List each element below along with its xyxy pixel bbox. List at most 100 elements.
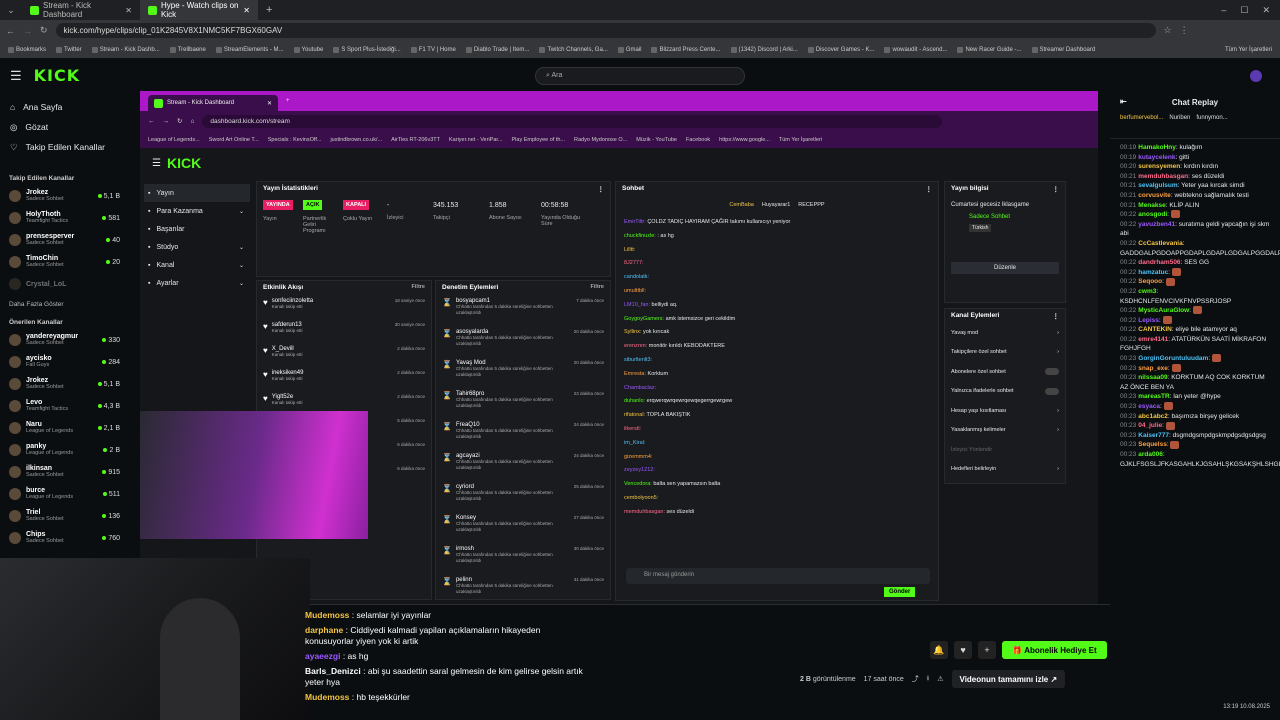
message-user[interactable]: emre4141 (1138, 336, 1168, 343)
close-icon[interactable]: ✕ (243, 6, 250, 15)
search-input[interactable]: ⌕ Ara (535, 67, 745, 85)
back-icon[interactable]: ← (6, 26, 15, 36)
top-user[interactable]: funnymon... (1196, 115, 1227, 134)
message-user[interactable]: yavuzben41 (1138, 221, 1175, 228)
bookmark-item[interactable]: (1342) Discord | Arki... (730, 46, 798, 53)
channel-item[interactable]: panky League of Legends 2 B (0, 439, 128, 461)
bookmark-item[interactable]: wowaudit - Ascend... (884, 46, 947, 53)
avatar[interactable] (1250, 69, 1262, 82)
message-user[interactable]: CcCastlevania (1138, 240, 1182, 247)
message-user[interactable]: hamzatuc (1138, 269, 1168, 276)
message-user[interactable]: Seqooo (1138, 278, 1162, 285)
bookmark-item[interactable]: Gmail (617, 46, 641, 53)
channel-item[interactable]: Levo Teamfight Tactics 4,3 B (0, 395, 128, 417)
reload-icon[interactable]: ↻ (40, 25, 48, 36)
message-user[interactable]: dandrham506 (1138, 259, 1180, 266)
bookmark-item[interactable]: Bookmarks (8, 46, 46, 53)
hamburger-menu-icon[interactable]: ☰ (10, 68, 22, 84)
forward-icon[interactable]: → (23, 26, 32, 36)
channel-item[interactable]: Crystal_LoL (0, 273, 128, 295)
nav-following[interactable]: ♡ Takip Edilen Kanallar (0, 137, 128, 157)
tab-search-icon[interactable]: ⌄ (0, 5, 22, 16)
bookmark-item[interactable]: F1 TV | Home (410, 46, 456, 53)
bookmark-item[interactable]: S Sport Plus-İstediği... (333, 46, 401, 53)
new-tab-button[interactable]: + (258, 4, 280, 16)
message-time: 00:22 (1120, 268, 1137, 276)
message-user[interactable]: Sequelss (1138, 441, 1167, 448)
bookmark-item[interactable]: Stream - Kick Dashb... (91, 46, 160, 53)
bookmark-item[interactable]: Streamer Dashboard (1031, 46, 1095, 53)
message-user[interactable]: 04_julie (1138, 422, 1162, 429)
message-user[interactable]: arda006 (1138, 451, 1163, 458)
maximize-icon[interactable]: ☐ (1240, 5, 1248, 16)
channel-item[interactable]: Naru League of Legends 2,1 B (0, 417, 128, 439)
bookmark-item[interactable]: New Racer Guide -... (957, 46, 1022, 53)
top-user[interactable]: berfumervebol... (1120, 115, 1163, 134)
channel-item[interactable]: Chips Sadece Sohbet 760 (0, 527, 128, 549)
bookmark-item[interactable]: StreamElements - M... (215, 46, 284, 53)
channel-item[interactable]: Triel Sadece Sohbet 136 (0, 505, 128, 527)
channel-item[interactable]: aycisko Fall Guys 284 (0, 351, 128, 373)
message-user[interactable]: surensyemen (1138, 163, 1180, 170)
menu-icon[interactable]: ⋮ (1180, 25, 1189, 36)
message-user[interactable]: esyaca (1138, 403, 1160, 410)
bookmark-item[interactable]: Twitter (56, 46, 82, 53)
bell-icon[interactable]: 🔔 (930, 641, 948, 659)
collapse-icon[interactable]: ⇤ (1120, 97, 1127, 106)
inner-tab[interactable]: Stream - Kick Dashboard ✕ (148, 95, 278, 111)
close-window-icon[interactable]: ✕ (1262, 5, 1270, 16)
bookmark-item[interactable]: Blizzard Press Cente... (651, 46, 721, 53)
channel-item[interactable]: Jrokez Sadece Sohbet 5,1 B (0, 373, 128, 395)
top-user[interactable]: Nuriben (1169, 115, 1190, 134)
plus-icon[interactable]: + (978, 641, 996, 659)
download-icon[interactable]: ⭳ (927, 674, 929, 685)
message-user[interactable]: sevalgulsum (1138, 182, 1177, 189)
message-user[interactable]: anosgodi (1138, 211, 1167, 218)
message-user[interactable]: abc1abc2 (1138, 413, 1168, 420)
kick-logo[interactable]: KICK (34, 66, 81, 85)
channel-item[interactable]: yandereyagmur Sadece Sohbet 330 (0, 329, 128, 351)
message-user[interactable]: memduhbasgan (1138, 173, 1188, 180)
inner-bookmark-item: Sword Art Online T... (208, 136, 259, 143)
channel-item[interactable]: TimoChin Sadece Sohbet 20 (0, 251, 128, 273)
report-icon[interactable]: ⚠ (937, 675, 943, 683)
address-field[interactable]: kick.com/hype/clips/clip_01K2845V8X1NMC5… (55, 23, 1156, 38)
channel-item[interactable]: prensesperver Sadece Sohbet 40 (0, 229, 128, 251)
browser-tab-dashboard[interactable]: Stream - Kick Dashboard ✕ (22, 0, 140, 20)
message-user[interactable]: Kaiser777 (1138, 432, 1169, 439)
message-user[interactable]: cwm3 (1138, 288, 1156, 295)
message-user[interactable]: mareasTR (1138, 393, 1169, 400)
all-bookmarks-link[interactable]: Tüm Yer İşaretleri (1225, 47, 1272, 53)
bookmark-item[interactable]: Trellbaene (169, 46, 206, 53)
message-user[interactable]: kutaycelenk (1138, 154, 1175, 161)
message-user[interactable]: GorginGoruntuluudam (1138, 355, 1208, 362)
bookmark-item[interactable]: Youtube (293, 46, 323, 53)
close-icon[interactable]: ✕ (125, 6, 132, 15)
message-user[interactable]: HamakoHny (1138, 144, 1176, 151)
gift-sub-button[interactable]: 🎁 Abonelik Hediye Et (1002, 641, 1107, 659)
nav-home[interactable]: ⌂ Ana Sayfa (0, 97, 128, 117)
channel-item[interactable]: HolyThoth Teamfight Tactics 581 (0, 207, 128, 229)
share-icon[interactable]: ⤴ (912, 674, 919, 684)
heart-icon[interactable]: ♥ (954, 641, 972, 659)
channel-item[interactable]: ilkinsan Sadece Sohbet 915 (0, 461, 128, 483)
minimize-icon[interactable]: – (1221, 5, 1226, 16)
bookmark-item[interactable]: Discover Games - K... (807, 46, 874, 53)
mod-info: Yavaş Mod Chhatto tarafından 5 dakika sür… (456, 360, 570, 377)
message-user[interactable]: nilssaa09 (1138, 374, 1167, 381)
message-user[interactable]: MysticAuraGlow (1138, 307, 1189, 314)
bookmark-item[interactable]: Twitch Channels, Ga... (539, 46, 608, 53)
message-user[interactable]: Menakse (1138, 202, 1165, 209)
message-user[interactable]: CANTEKIN (1138, 326, 1172, 333)
message-user[interactable]: corvusvite (1138, 192, 1171, 199)
bookmark-item[interactable]: Diablo Trade | Item... (465, 46, 529, 53)
channel-item[interactable]: Jrokez Sadece Sohbet 5,1 B (0, 185, 128, 207)
message-user[interactable]: Lepiss (1138, 317, 1159, 324)
message-user[interactable]: snap_exe (1138, 365, 1168, 372)
nav-browse[interactable]: ◎ Gözat (0, 117, 128, 137)
channel-item[interactable]: burce League of Legends 511 (0, 483, 128, 505)
watch-full-video-button[interactable]: Videonun tamamını izle ↗ (951, 670, 1066, 688)
show-more-link[interactable]: Daha Fazla Göster (0, 297, 128, 311)
star-icon[interactable]: ☆ (1164, 25, 1172, 36)
browser-tab-hype[interactable]: Hype - Watch clips on Kick ✕ (140, 0, 258, 20)
